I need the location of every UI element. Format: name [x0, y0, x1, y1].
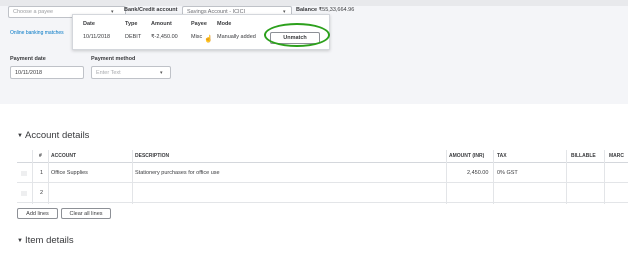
payment-date-label: Payment date [10, 56, 46, 62]
balance-value: ₹55,33,664.96 [318, 7, 355, 13]
account-table-header: # ACCOUNT DESCRIPTION AMOUNT (INR) TAX B… [17, 150, 628, 163]
match-amount: ₹-2,450.00 [151, 34, 178, 40]
table-row[interactable]: 1 Office Supplies Stationery purchases f… [17, 164, 628, 183]
col-amount: Amount [151, 21, 172, 27]
col-account: ACCOUNT [51, 153, 76, 159]
row-number: 1 [40, 170, 44, 176]
col-type: Type [125, 21, 138, 27]
column-divider [493, 150, 494, 204]
match-type: DEBIT [125, 34, 142, 40]
bank-account-label: Bank/Credit account [124, 7, 178, 13]
col-description: DESCRIPTION [135, 153, 170, 159]
match-mode: Manually added [217, 34, 256, 40]
col-amount: AMOUNT (INR) [449, 153, 485, 159]
clear-all-lines-button[interactable]: Clear all lines [61, 208, 111, 219]
column-divider [132, 150, 133, 204]
column-divider [48, 150, 49, 204]
row-description[interactable]: Stationery purchases for office use [135, 170, 220, 176]
col-billable: BILLABLE [571, 153, 596, 159]
row-number: 2 [40, 190, 44, 196]
column-divider [446, 150, 447, 204]
col-tax: TAX [497, 153, 507, 159]
match-payee: Misc [191, 34, 203, 40]
balance-label: Balance [296, 7, 318, 13]
table-row[interactable]: 2 [17, 184, 628, 203]
col-markup: MARC [609, 153, 624, 159]
match-date: 10/11/2018 [83, 34, 111, 40]
row-amount[interactable]: 2,450.00 [467, 170, 488, 176]
column-divider [566, 150, 567, 204]
collapse-account-details-icon[interactable]: ▼ [17, 133, 23, 139]
col-mode: Mode [217, 21, 232, 27]
item-details-title[interactable]: Item details [25, 235, 74, 246]
row-tax[interactable]: 0% GST [497, 170, 518, 176]
drag-handle-icon[interactable] [21, 191, 27, 196]
payment-date-input[interactable]: 10/11/2018 [10, 66, 84, 79]
collapse-item-details-icon[interactable]: ▼ [17, 238, 23, 244]
balance-display: Balance ₹55,33,664.96 [296, 7, 354, 13]
row-account[interactable]: Office Supplies [51, 170, 88, 176]
hand-cursor-icon: ☝ [204, 36, 213, 43]
payment-method-label: Payment method [91, 56, 136, 62]
column-divider [32, 150, 33, 204]
chevron-down-icon[interactable]: ▾ [160, 70, 163, 76]
highlight-circle [264, 23, 330, 47]
online-banking-matches-link[interactable]: Online banking matches [10, 30, 64, 36]
account-details-title[interactable]: Account details [25, 130, 89, 141]
col-payee: Payee [191, 21, 207, 27]
add-lines-button[interactable]: Add lines [17, 208, 58, 219]
payment-method-select[interactable]: Enter Text [91, 66, 171, 79]
col-number: # [39, 153, 42, 159]
col-date: Date [83, 21, 95, 27]
column-divider [604, 150, 605, 204]
drag-handle-icon[interactable] [21, 171, 27, 176]
